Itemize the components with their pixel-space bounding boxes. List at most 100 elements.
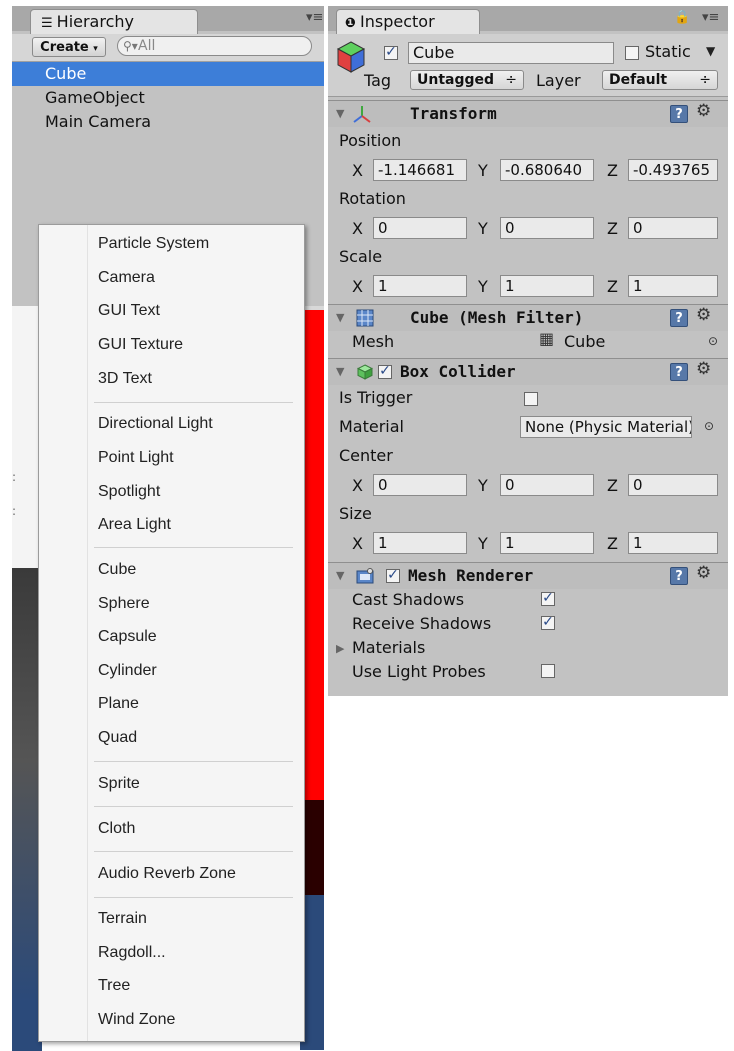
size-x-value: 1 — [378, 534, 388, 552]
layer-value: Default — [609, 72, 668, 88]
menu-item-terrain[interactable]: Terrain — [98, 910, 147, 928]
mesh-filter-header[interactable]: ▼ Cube (Mesh Filter) ? ⚙ — [328, 304, 728, 331]
foldout-open-icon[interactable]: ▼ — [336, 311, 344, 324]
menu-item-ragdoll[interactable]: Ragdoll... — [98, 944, 166, 962]
foldout-open-icon[interactable]: ▼ — [336, 569, 344, 582]
tag-dropdown[interactable]: Untagged ÷ — [410, 70, 524, 90]
menu-item-sphere[interactable]: Sphere — [98, 595, 150, 613]
create-button[interactable]: Create ▾ — [32, 37, 106, 57]
mesh-renderer-enabled-checkbox[interactable]: ✓ — [386, 568, 400, 583]
menu-item-tree[interactable]: Tree — [98, 977, 130, 995]
help-icon[interactable]: ? — [670, 567, 688, 585]
axis-label-y: Y — [478, 534, 488, 553]
menu-item-directional-light[interactable]: Directional Light — [98, 415, 213, 433]
center-x-value: 0 — [378, 476, 388, 494]
position-label: Position — [339, 131, 402, 150]
menu-item-cube[interactable]: Cube — [98, 561, 136, 579]
scale-y-value: 1 — [505, 277, 515, 295]
object-name-field[interactable]: Cube — [408, 42, 614, 64]
menu-item-gui-text[interactable]: GUI Text — [98, 302, 160, 320]
menu-item-capsule[interactable]: Capsule — [98, 628, 157, 646]
menu-item-cylinder[interactable]: Cylinder — [98, 662, 157, 680]
size-x-field[interactable]: 1 — [373, 532, 467, 554]
menu-item-area-light[interactable]: Area Light — [98, 516, 171, 534]
physic-material-field[interactable]: None (Physic Material) — [520, 416, 692, 438]
box-collider-header[interactable]: ▼ ✓ Box Collider ? ⚙ — [328, 358, 728, 385]
gear-icon[interactable]: ⚙ — [696, 305, 711, 325]
tab-inspector[interactable]: ❶ Inspector — [336, 9, 480, 34]
axis-label-x: X — [352, 277, 363, 296]
gear-icon[interactable]: ⚙ — [696, 563, 711, 583]
help-icon[interactable]: ? — [670, 105, 688, 123]
receive-shadows-checkbox[interactable]: ✓ — [541, 615, 555, 630]
box-collider-enabled-checkbox[interactable]: ✓ — [378, 364, 392, 379]
menu-item-3d-text[interactable]: 3D Text — [98, 370, 152, 388]
position-z-field[interactable]: -0.493765 — [628, 159, 718, 181]
axis-label-z: Z — [607, 161, 618, 180]
help-icon[interactable]: ? — [670, 309, 688, 327]
search-input[interactable]: ⚲▾ All — [117, 36, 312, 56]
list-item[interactable]: Cube — [12, 62, 324, 86]
gear-icon[interactable]: ⚙ — [696, 101, 711, 121]
size-z-field[interactable]: 1 — [628, 532, 718, 554]
lock-icon[interactable]: 🔒 — [674, 10, 690, 25]
menu-item-plane[interactable]: Plane — [98, 695, 139, 713]
search-placeholder: All — [138, 38, 156, 54]
use-light-probes-checkbox[interactable] — [541, 664, 555, 678]
updown-arrow-icon: ÷ — [699, 72, 711, 88]
panel-menu-icon[interactable]: ▾≡ — [702, 10, 719, 25]
panel-menu-icon[interactable]: ▾≡ — [306, 10, 323, 25]
menu-item-gui-texture[interactable]: GUI Texture — [98, 336, 183, 354]
axis-label-y: Y — [478, 476, 488, 495]
menu-item-wind-zone[interactable]: Wind Zone — [98, 1011, 175, 1029]
list-item[interactable]: GameObject — [12, 86, 324, 110]
center-z-field[interactable]: 0 — [628, 474, 718, 496]
menu-item-quad[interactable]: Quad — [98, 729, 137, 747]
transform-header[interactable]: ▼ Transform ? ⚙ — [328, 100, 728, 127]
size-y-field[interactable]: 1 — [500, 532, 594, 554]
scale-y-field[interactable]: 1 — [500, 275, 594, 297]
menu-item-audio-reverb-zone[interactable]: Audio Reverb Zone — [98, 865, 236, 883]
mesh-renderer-header[interactable]: ▼ ✓ Mesh Renderer ? ⚙ — [328, 562, 728, 589]
foldout-open-icon[interactable]: ▼ — [336, 107, 344, 120]
axis-label-z: Z — [607, 476, 618, 495]
position-x-field[interactable]: -1.146681 — [373, 159, 467, 181]
materials-label[interactable]: Materials — [352, 638, 425, 657]
center-y-value: 0 — [505, 476, 515, 494]
object-picker-icon[interactable]: ⊙ — [704, 419, 714, 433]
rotation-z-field[interactable]: 0 — [628, 217, 718, 239]
object-picker-icon[interactable]: ⊙ — [708, 334, 718, 348]
cast-shadows-checkbox[interactable]: ✓ — [541, 591, 555, 606]
foldout-closed-icon[interactable]: ▶ — [336, 642, 344, 655]
rotation-y-field[interactable]: 0 — [500, 217, 594, 239]
menu-item-particle-system[interactable]: Particle System — [98, 235, 209, 253]
scale-z-field[interactable]: 1 — [628, 275, 718, 297]
menu-item-sprite[interactable]: Sprite — [98, 775, 140, 793]
chevron-down-icon[interactable]: ▼ — [706, 44, 715, 58]
mesh-value[interactable]: Cube — [564, 332, 605, 351]
physic-material-value: None (Physic Material) — [525, 418, 692, 436]
active-checkbox[interactable]: ✓ — [384, 45, 398, 60]
menu-item-camera[interactable]: Camera — [98, 269, 155, 287]
mesh-label: Mesh — [352, 332, 395, 351]
gear-icon[interactable]: ⚙ — [696, 359, 711, 379]
scale-x-field[interactable]: 1 — [373, 275, 467, 297]
transform-axes-icon — [353, 106, 371, 123]
menu-item-point-light[interactable]: Point Light — [98, 449, 174, 467]
static-checkbox[interactable] — [625, 46, 639, 60]
position-y-value: -0.680640 — [505, 161, 582, 179]
center-x-field[interactable]: 0 — [373, 474, 467, 496]
is-trigger-checkbox[interactable] — [524, 392, 538, 406]
menu-item-spotlight[interactable]: Spotlight — [98, 483, 160, 501]
menu-item-cloth[interactable]: Cloth — [98, 820, 135, 838]
layer-dropdown[interactable]: Default ÷ — [602, 70, 718, 90]
help-icon[interactable]: ? — [670, 363, 688, 381]
size-label: Size — [339, 504, 372, 523]
rotation-x-field[interactable]: 0 — [373, 217, 467, 239]
position-y-field[interactable]: -0.680640 — [500, 159, 594, 181]
updown-arrow-icon: ÷ — [505, 72, 517, 88]
center-y-field[interactable]: 0 — [500, 474, 594, 496]
foldout-open-icon[interactable]: ▼ — [336, 365, 344, 378]
tab-hierarchy[interactable]: ☰ Hierarchy — [30, 9, 198, 34]
list-item[interactable]: Main Camera — [12, 110, 324, 134]
